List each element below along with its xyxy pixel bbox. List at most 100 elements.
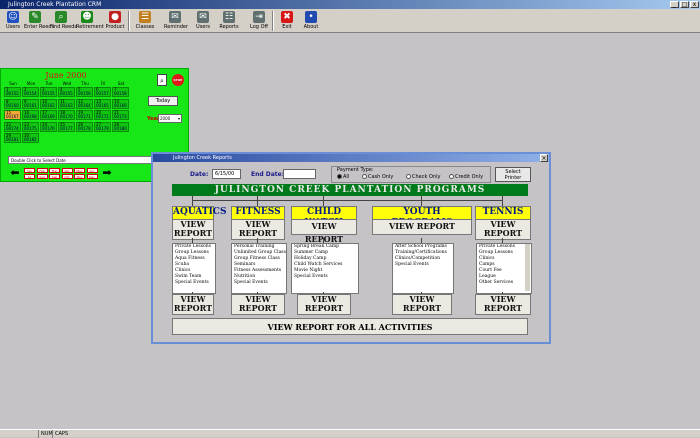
calendar-day[interactable]: 23 00175 (22, 121, 39, 132)
minimize-button[interactable]: _ (670, 1, 679, 8)
binoculars-icon[interactable]: ⌕ (157, 74, 167, 86)
view-report-line2: REPORT (304, 303, 344, 313)
end-date-input[interactable] (283, 169, 316, 179)
toolbar-button-reminder[interactable]: ✉ Reminder (164, 10, 188, 32)
month-button-jan[interactable]: Jan (24, 168, 35, 173)
calendar-day[interactable]: 7 00158 (112, 87, 129, 97)
calendar-day[interactable]: 1 00152 (4, 87, 21, 97)
close-button[interactable]: x (690, 1, 699, 8)
month-button-nov[interactable]: Nov (74, 174, 85, 179)
month-button-jun[interactable]: Jun (86, 168, 98, 173)
calendar-day[interactable]: 19 00171 (76, 110, 93, 120)
view-report-line2: REPORT (238, 303, 278, 313)
calendar-day[interactable]: 22 00174 (4, 121, 21, 132)
list-item[interactable]: Special Events (175, 280, 215, 286)
view-report-button-top[interactable]: VIEW REPORT (372, 219, 472, 235)
calendar-day[interactable]: 13 00165 (94, 98, 111, 109)
calendar-day[interactable]: 16 00168 (22, 110, 39, 120)
toolbar-button-reports[interactable]: ☷ Reports (218, 10, 240, 32)
view-all-activities-button[interactable]: VIEW REPORT FOR ALL ACTIVITIES (172, 318, 528, 335)
prev-month-arrow-icon[interactable]: ⬅ (9, 167, 21, 179)
month-button-dec[interactable]: Dec (86, 174, 98, 179)
view-report-button-bottom[interactable]: VIEW REPORT (475, 294, 531, 315)
month-button-apr[interactable]: Apr (61, 168, 73, 173)
calendar-day[interactable]: 8 00160 (4, 98, 21, 109)
calendar-day[interactable]: 29 00181 (4, 133, 21, 143)
calendar-day[interactable]: 10 00162 (40, 98, 57, 109)
toolbar-button-users[interactable]: ☺ Users (2, 10, 24, 32)
list-item[interactable]: Other Services (479, 280, 531, 286)
calendar-day[interactable]: 12 00164 (76, 98, 93, 109)
view-report-button-top[interactable]: VIEW REPORT (475, 219, 531, 240)
list-item[interactable]: Special Events (294, 274, 358, 280)
view-report-button-bottom[interactable]: VIEW REPORT (172, 294, 214, 315)
month-button-aug[interactable]: Aug (36, 174, 48, 179)
calendar-day[interactable]: 27 00179 (94, 121, 111, 132)
calendar-day[interactable]: 5 00156 (76, 87, 93, 97)
toolbar-button-users[interactable]: ✉ Users (192, 10, 214, 32)
month-button-mar[interactable]: Mar (49, 168, 60, 173)
toolbar-button-classes[interactable]: ☰ Classes (134, 10, 156, 32)
calendar-day[interactable]: 17 00169 (40, 110, 57, 120)
calendar-day[interactable]: 18 00170 (58, 110, 75, 120)
programs-banner: JULINGTON CREEK PLANTATION PROGRAMS (172, 184, 528, 196)
date-input[interactable]: 6/15/00 (212, 169, 241, 179)
month-button-feb[interactable]: Feb (36, 168, 48, 173)
view-report-button-bottom[interactable]: VIEW REPORT (297, 294, 351, 315)
category-listbox[interactable]: After School Programs Training/Certificat… (392, 243, 454, 294)
calendar-day[interactable]: 24 00176 (40, 121, 57, 132)
month-button-sep[interactable]: Sep (49, 174, 60, 179)
calendar-day[interactable]: 25 00177 (58, 121, 75, 132)
toolbar-button-about[interactable]: • About (300, 10, 322, 32)
toolbar-button-log-off[interactable]: ⇥ Log Off (248, 10, 270, 32)
month-button-may[interactable]: May (74, 168, 85, 173)
toolbar-button-find-reeds[interactable]: ⌕ Find Reeds (50, 10, 77, 32)
list-item[interactable]: Special Events (395, 262, 453, 268)
select-printer-button[interactable]: Select Printer (495, 167, 531, 182)
calendar-day[interactable]: 14 00166 (112, 98, 129, 109)
view-report-button-bottom[interactable]: VIEW REPORT (392, 294, 452, 315)
category-listbox[interactable]: Personal Training Unlimited Group Class Gr… (231, 243, 287, 294)
today-button[interactable]: Today (148, 96, 178, 106)
list-item[interactable]: Special Events (234, 280, 286, 286)
calendar-day[interactable]: 11 00163 (58, 98, 75, 109)
stop-icon[interactable]: STOP (172, 74, 184, 86)
view-report-button-top[interactable]: VIEW REPORT (291, 219, 357, 244)
toolbar-button-retirement[interactable]: ☻ Retirement (76, 10, 104, 32)
maximize-button[interactable]: □ (680, 1, 689, 8)
listbox-scrollbar[interactable] (525, 244, 530, 291)
payment-radio-all[interactable]: All (337, 174, 349, 180)
calendar-day[interactable]: 28 00180 (112, 121, 129, 132)
toolbar-reports-icon: ☷ (223, 11, 235, 23)
next-month-arrow-icon[interactable]: ➡ (101, 167, 113, 179)
month-button-oct[interactable]: Oct (61, 174, 73, 179)
calendar-day[interactable]: 2 00154 (22, 87, 39, 97)
category-listbox[interactable]: Private Lessons Group Lessons Aqua Fitness… (172, 243, 216, 294)
view-report-button-top[interactable]: VIEW REPORT (172, 219, 214, 240)
tree-vertical (421, 196, 422, 206)
view-report-button-bottom[interactable]: VIEW REPORT (231, 294, 285, 315)
payment-radio-check[interactable]: Check Only (406, 174, 440, 180)
view-report-line2: REPORT (402, 303, 442, 313)
category-listbox[interactable]: Spring Break Camp Summer Camp Holiday Camp… (291, 243, 359, 294)
calendar-day[interactable]: 4 00155 (58, 87, 75, 97)
calendar-day[interactable]: 15 00167 (4, 110, 21, 120)
reports-close-button[interactable]: × (540, 154, 548, 162)
toolbar-button-exit[interactable]: ✖ Exit (276, 10, 298, 32)
calendar-day[interactable]: 21 00173 (112, 110, 129, 120)
payment-radio-cash[interactable]: Cash Only (362, 174, 393, 180)
toolbar-button-enter-reeds[interactable]: ✎ Enter Reeds (24, 10, 54, 32)
category-listbox[interactable]: Private Lessons Group Lessons Clinics Camps… (476, 243, 532, 294)
month-button-jul[interactable]: Jul (24, 174, 35, 179)
year-select[interactable]: 2000 ▾ (158, 114, 182, 123)
calendar-day[interactable]: 3 00155 (40, 87, 57, 97)
weekday-label: Sun (9, 81, 17, 86)
calendar-day[interactable]: 9 00161 (22, 98, 39, 109)
view-report-button-top[interactable]: VIEW REPORT (231, 219, 285, 240)
calendar-day[interactable]: 6 00157 (94, 87, 111, 97)
payment-radio-credit[interactable]: Credit Only (449, 174, 483, 180)
calendar-day[interactable]: 26 00178 (76, 121, 93, 132)
calendar-day[interactable]: 20 00172 (94, 110, 111, 120)
toolbar-button-product[interactable]: ● Product (104, 10, 126, 32)
calendar-day[interactable]: 30 00182 (22, 133, 39, 143)
